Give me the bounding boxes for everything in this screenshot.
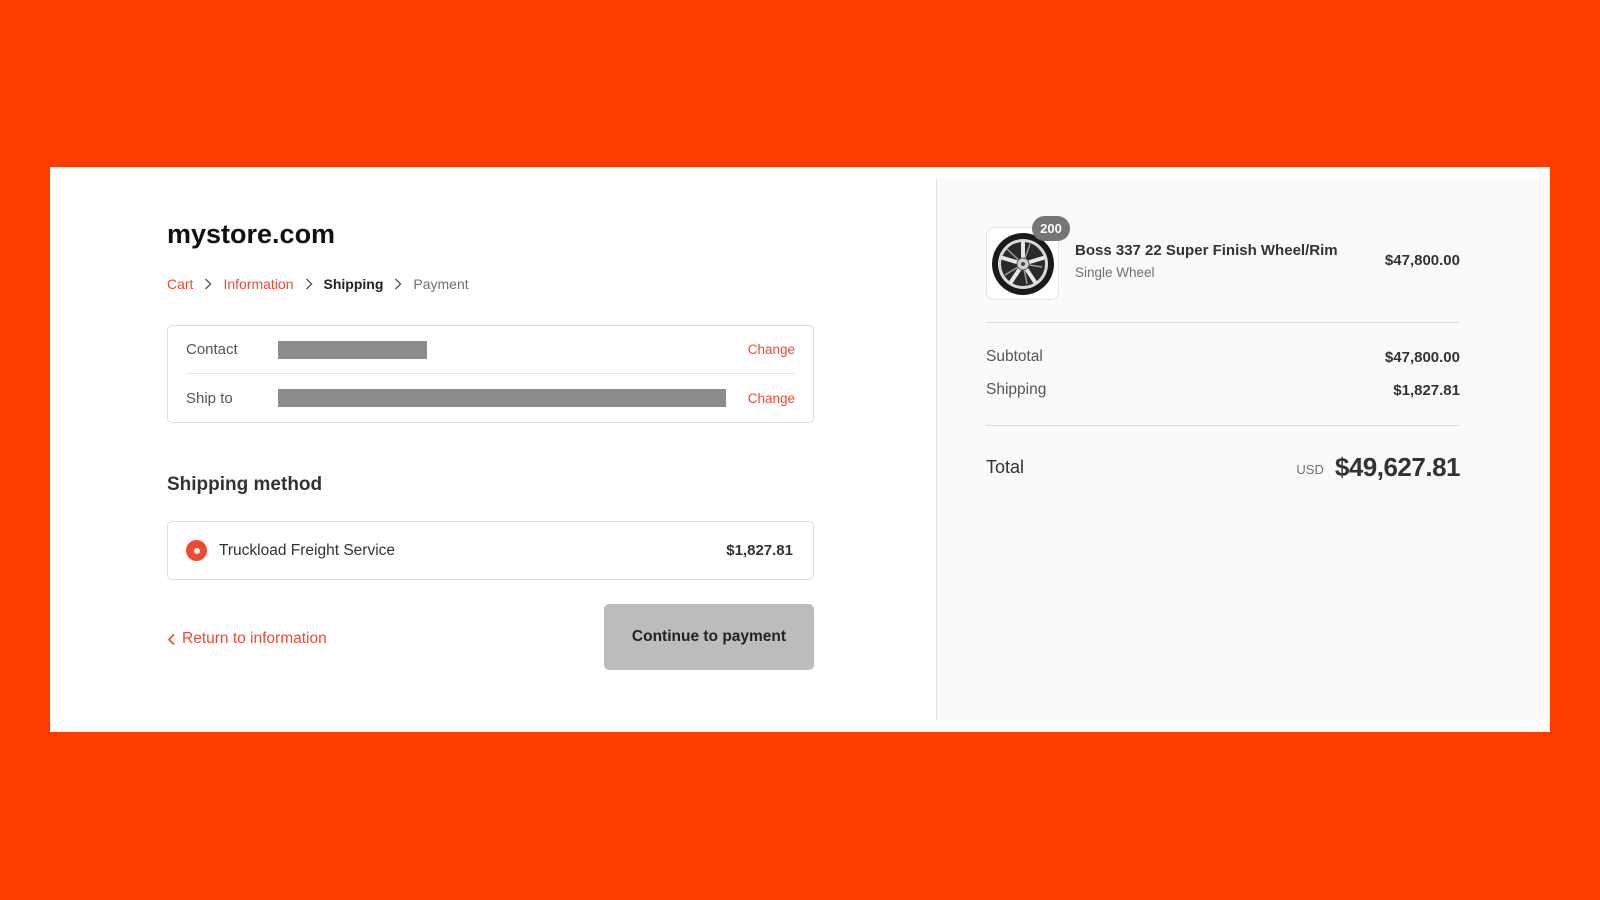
breadcrumb-cart[interactable]: Cart [167, 276, 193, 292]
shipping-method-heading: Shipping method [167, 474, 323, 495]
ship-to-redacted-value [278, 389, 726, 407]
contact-redacted-value [278, 340, 427, 359]
shipping-row: Shipping $1,827.81 [986, 380, 1460, 400]
total-row: Total USD $49,627.81 [986, 447, 1461, 487]
shipping-value: $1,827.81 [1393, 381, 1460, 399]
shipping-label: Shipping [986, 381, 1047, 398]
subtotal-value: $47,800.00 [1384, 348, 1460, 366]
change-contact-link[interactable]: Change [748, 342, 795, 357]
shipping-option-name: Truckload Freight Service [219, 541, 396, 559]
ship-to-label: Ship to [186, 389, 233, 407]
chevron-right-icon [383, 278, 413, 290]
total-amount-group: USD $49,627.81 [1296, 452, 1460, 483]
review-box: Contact Change Ship to Change [167, 325, 814, 423]
currency-code: USD [1296, 461, 1324, 477]
checkout-card: mystore.com Cart Information Shipping Pa… [50, 167, 1550, 732]
breadcrumb-shipping: Shipping [323, 276, 384, 292]
shipping-option-price: $1,827.81 [726, 542, 793, 559]
return-to-information-label: Return to information [182, 630, 327, 647]
change-ship-to-link[interactable]: Change [748, 391, 795, 406]
ship-to-row: Ship to Change [186, 374, 795, 422]
contact-row: Contact Change [186, 326, 795, 374]
continue-to-payment-button[interactable]: Continue to payment [604, 604, 814, 670]
contact-label: Contact [186, 341, 238, 358]
total-label: Total [986, 456, 1025, 477]
breadcrumb-payment: Payment [413, 276, 469, 292]
product-thumbnail: 200 [986, 216, 1070, 300]
page-background: mystore.com Cart Information Shipping Pa… [0, 0, 1600, 900]
chevron-left-icon [167, 633, 175, 645]
total-amount: $49,627.81 [1334, 451, 1461, 482]
breadcrumb: Cart Information Shipping Payment [167, 275, 469, 293]
summary-divider [986, 425, 1460, 426]
quantity-badge: 200 [1032, 216, 1070, 241]
summary-divider [986, 322, 1460, 323]
subtotal-row: Subtotal $47,800.00 [986, 347, 1460, 367]
breadcrumb-information[interactable]: Information [223, 276, 293, 292]
product-line-item: 200 Boss 337 22 Super Finish Wheel/Rim S… [986, 216, 1460, 300]
subtotal-label: Subtotal [986, 348, 1043, 365]
radio-selected-icon[interactable] [186, 540, 207, 561]
chevron-right-icon [193, 278, 223, 290]
shipping-option[interactable]: Truckload Freight Service $1,827.81 [167, 521, 814, 580]
product-variant: Single Wheel [1075, 265, 1155, 280]
product-name: Boss 337 22 Super Finish Wheel/Rim [1075, 242, 1338, 259]
chevron-right-icon [294, 278, 324, 290]
product-price: $47,800.00 [1384, 252, 1460, 269]
return-to-information-link[interactable]: Return to information [167, 629, 327, 649]
order-summary: 200 Boss 337 22 Super Finish Wheel/Rim S… [936, 179, 1550, 720]
store-title[interactable]: mystore.com [167, 219, 335, 250]
